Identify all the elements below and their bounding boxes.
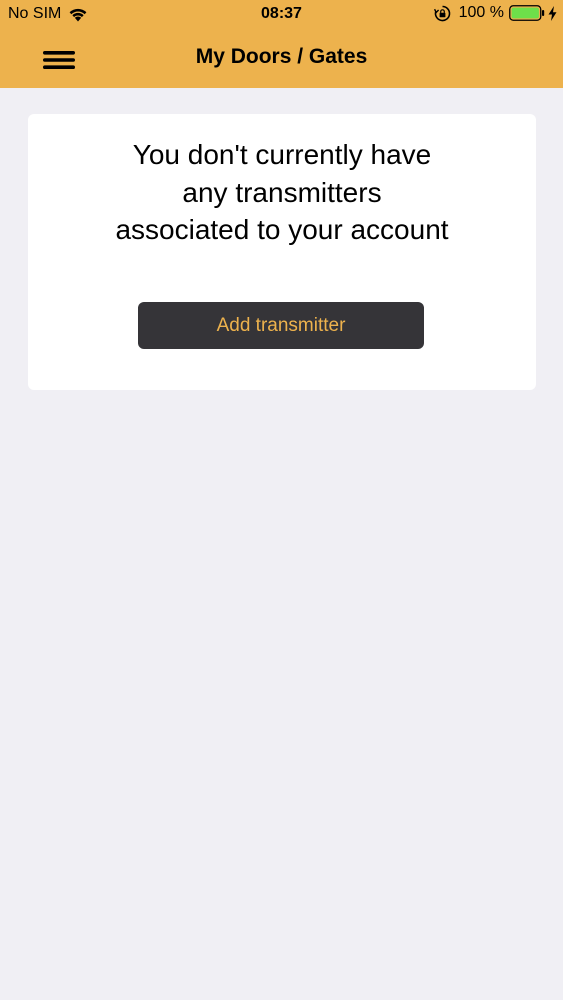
battery-percent: 100 % bbox=[458, 4, 504, 21]
battery-icon bbox=[509, 5, 545, 21]
page-title: My Doors / Gates bbox=[195, 45, 368, 68]
add-transmitter-button[interactable]: Add transmitter bbox=[138, 302, 424, 349]
empty-state-message: You don't currently have any transmitter… bbox=[115, 139, 449, 245]
empty-state-card: You don't currently have any transmitter… bbox=[28, 114, 536, 390]
nav-bar: My Doors / Gates bbox=[0, 30, 563, 88]
status-indicators: 100 % bbox=[433, 4, 557, 22]
lock-rotation-icon bbox=[433, 5, 450, 21]
status-bar: No SIM 08:37 100 % bbox=[0, 0, 563, 30]
charging-icon bbox=[548, 5, 557, 21]
app-header: No SIM 08:37 100 % My Doors / Gates bbox=[0, 0, 563, 88]
